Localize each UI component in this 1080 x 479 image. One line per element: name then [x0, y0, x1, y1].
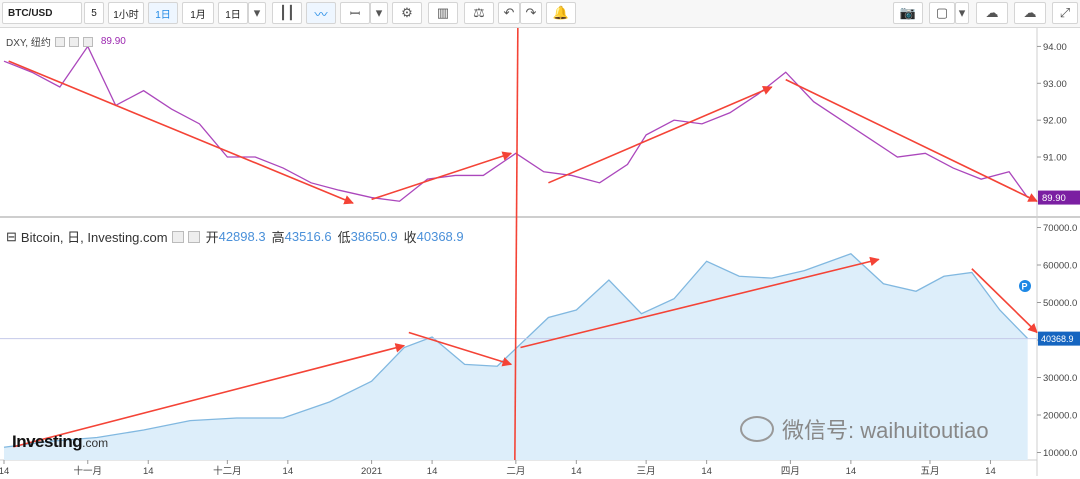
- x-tick-label: 14: [846, 466, 857, 476]
- area-chart-icon[interactable]: 〰: [306, 2, 336, 24]
- chart-canvas[interactable]: 91.00 92.00 93.00 94.00 10000.0 20000.0 30000.…: [0, 28, 1080, 476]
- x-tick-label: 14: [283, 466, 294, 476]
- dxy-legend-value: 89.90: [101, 36, 126, 47]
- dxy-y-tick-label: 94.00: [1043, 42, 1067, 53]
- legend-eye-icon[interactable]: [55, 37, 65, 47]
- open-value: 42898.3: [219, 229, 266, 244]
- dxy-y-tick-label: 91.00: [1043, 153, 1067, 164]
- color-box-icon[interactable]: ▢: [929, 2, 955, 24]
- chart-area[interactable]: 91.00 92.00 93.00 94.00 10000.0 20000.0 30000.…: [0, 28, 1080, 476]
- close-label: 收: [404, 227, 417, 246]
- x-tick-label: 14: [0, 466, 9, 476]
- dxy-y-tick-label: 93.00: [1043, 79, 1067, 90]
- dxy-legend-name: DXY, 纽约: [6, 34, 51, 49]
- logo-brand: Investing: [12, 432, 82, 451]
- indicators-icon[interactable]: ꟷ: [340, 2, 370, 24]
- btc-y-tick-label: 30000.0: [1043, 373, 1077, 384]
- dxy-y-tick-label: 92.00: [1043, 116, 1067, 127]
- undo-icon[interactable]: ↶: [498, 2, 520, 24]
- redo-icon[interactable]: ↷: [520, 2, 542, 24]
- btc-y-tick-label: 10000.0: [1043, 448, 1077, 459]
- camera-icon[interactable]: 📷: [893, 2, 923, 24]
- legend-settings-icon[interactable]: [188, 231, 200, 243]
- x-tick-label: 四月: [781, 466, 800, 476]
- timeframe-select[interactable]: 1日: [218, 2, 248, 24]
- btc-y-tick-label: 20000.0: [1043, 411, 1077, 422]
- high-value: 43516.6: [285, 229, 332, 244]
- x-tick-label: 2021: [361, 466, 382, 476]
- btc-y-tick-label: 60000.0: [1043, 261, 1077, 272]
- interval-1h-button[interactable]: 1小时: [108, 2, 144, 24]
- btc-legend: ⊟ Bitcoin, 日, Investing.com 开42898.3 高43…: [6, 227, 464, 246]
- gear-icon[interactable]: ⚙: [392, 2, 422, 24]
- x-tick-label: 14: [701, 466, 712, 476]
- x-tick-label: 五月: [920, 466, 939, 476]
- legend-settings-icon[interactable]: [69, 37, 79, 47]
- investing-logo: Investing.com: [12, 432, 108, 452]
- x-tick-label: 14: [985, 466, 996, 476]
- low-label: 低: [338, 227, 351, 246]
- x-tick-label: 十一月: [73, 465, 102, 476]
- open-label: 开: [206, 227, 219, 246]
- logo-suffix: .com: [82, 436, 108, 450]
- chart-toolbar: BTC/USD 5 1小时 1日 1月 1日 ▾ ┃┃ 〰 ꟷ ▾ ⚙ ▥ ⚖ …: [0, 0, 1080, 28]
- high-label: 高: [272, 227, 285, 246]
- cloud-upload-icon[interactable]: ☁: [1014, 2, 1046, 24]
- x-tick-label: 二月: [506, 466, 525, 476]
- low-value: 38650.9: [351, 229, 398, 244]
- bar-chart-icon[interactable]: ▥: [428, 2, 458, 24]
- btc-y-tick-label: 70000.0: [1043, 223, 1077, 234]
- wechat-watermark: 微信号: waihuitoutiao: [740, 413, 989, 445]
- collapse-icon[interactable]: ⊟: [6, 229, 17, 245]
- x-tick-label: 十二月: [213, 465, 242, 476]
- btc-legend-name: Bitcoin, 日, Investing.com: [21, 227, 168, 246]
- interval-1d-button[interactable]: 1日: [148, 2, 178, 24]
- dxy-last-value-label: 89.90: [1042, 193, 1066, 204]
- chevron-down-icon[interactable]: ▾: [248, 2, 266, 24]
- x-tick-label: 三月: [637, 466, 656, 476]
- x-tick-label: 14: [427, 466, 438, 476]
- scale-icon[interactable]: ⚖: [464, 2, 494, 24]
- symbol-field[interactable]: BTC/USD: [2, 2, 82, 24]
- x-tick-label: 14: [143, 466, 154, 476]
- chevron-down-icon[interactable]: ▾: [370, 2, 388, 24]
- btc-y-tick-label: 50000.0: [1043, 298, 1077, 309]
- dxy-legend: DXY, 纽约 89.90: [6, 34, 126, 49]
- candlestick-icon[interactable]: ┃┃: [272, 2, 302, 24]
- pattern-marker-label: P: [1022, 282, 1028, 292]
- close-value: 40368.9: [417, 229, 464, 244]
- x-tick-label: 14: [571, 466, 582, 476]
- cloud-download-icon[interactable]: ☁: [976, 2, 1008, 24]
- alert-icon[interactable]: 🔔: [546, 2, 576, 24]
- legend-eye-icon[interactable]: [172, 231, 184, 243]
- btc-last-value-label: 40368.9: [1041, 334, 1074, 344]
- fullscreen-icon[interactable]: ⤢: [1052, 2, 1078, 24]
- interval-value[interactable]: 5: [84, 2, 104, 24]
- interval-1m-button[interactable]: 1月: [182, 2, 214, 24]
- chevron-down-icon[interactable]: ▾: [955, 2, 969, 24]
- watermark-text: 微信号: waihuitoutiao: [782, 413, 989, 445]
- legend-close-icon[interactable]: [83, 37, 93, 47]
- wechat-icon: [740, 416, 774, 442]
